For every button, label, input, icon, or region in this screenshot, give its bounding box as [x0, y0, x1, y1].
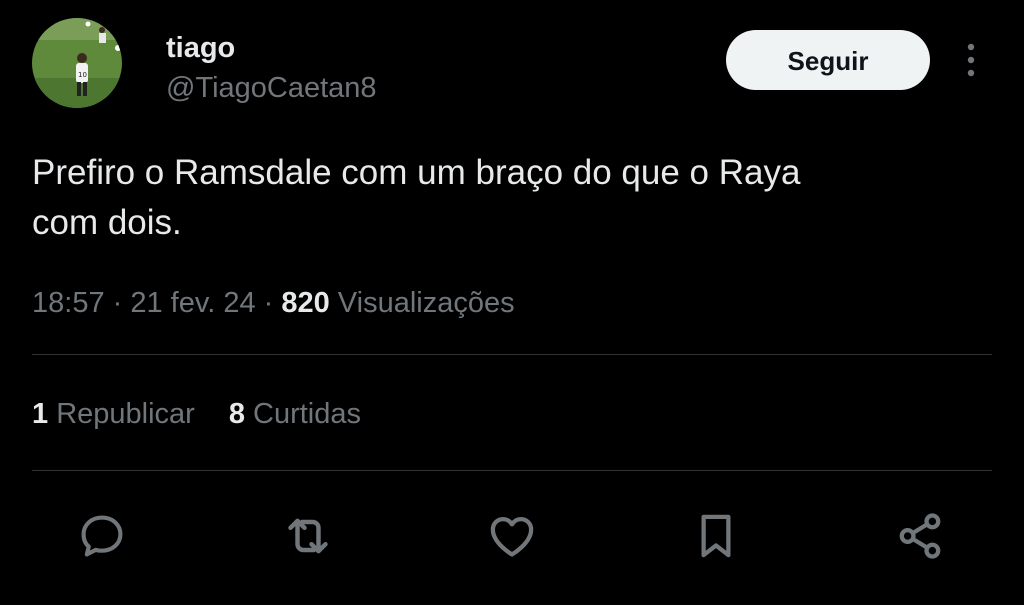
like-button[interactable]	[484, 508, 540, 564]
tweet-stats: 1 Republicar 8 Curtidas	[32, 394, 361, 434]
tweet-text: Prefiro o Ramsdale com um braço do que o…	[32, 148, 972, 248]
likes-label: Curtidas	[244, 398, 362, 430]
reposts-count: 1	[32, 398, 49, 430]
share-button[interactable]	[892, 508, 948, 564]
views-label[interactable]: Visualizações	[330, 287, 515, 319]
tweet-text-line: com dois.	[32, 203, 182, 242]
divider	[32, 354, 992, 355]
reply-icon	[81, 515, 123, 557]
svg-text:10: 10	[78, 71, 87, 79]
meta-separator: ·	[104, 287, 131, 319]
bookmark-button[interactable]	[688, 508, 744, 564]
repost-icon	[288, 518, 328, 554]
tweet-text-line: Prefiro o Ramsdale com um braço do que o…	[32, 153, 801, 192]
likes-stat[interactable]: 8 Curtidas	[229, 394, 361, 434]
meta-separator: ·	[255, 287, 282, 319]
follow-button[interactable]: Seguir	[726, 30, 930, 90]
share-icon	[899, 513, 941, 559]
like-icon	[490, 516, 534, 557]
bookmark-icon	[701, 514, 731, 558]
more-options-icon[interactable]	[956, 40, 986, 80]
views-count[interactable]: 820	[281, 287, 329, 319]
tweet-time[interactable]: 18:57	[32, 287, 105, 319]
user-handle[interactable]: @TiagoCaetan8	[166, 70, 377, 106]
divider	[32, 470, 992, 471]
display-name[interactable]: tiago	[166, 30, 235, 66]
reply-button[interactable]	[74, 508, 130, 564]
tweet-meta: 18:57 · 21 fev. 24 · 820 Visualizações	[32, 283, 515, 323]
tweet-date[interactable]: 21 fev. 24	[130, 287, 255, 319]
reposts-label: Republicar	[48, 398, 195, 430]
avatar[interactable]: 10	[32, 18, 122, 108]
likes-count: 8	[228, 398, 245, 430]
reposts-stat[interactable]: 1 Republicar	[32, 394, 195, 434]
repost-button[interactable]	[280, 508, 336, 564]
avatar-image: 10	[32, 18, 122, 108]
